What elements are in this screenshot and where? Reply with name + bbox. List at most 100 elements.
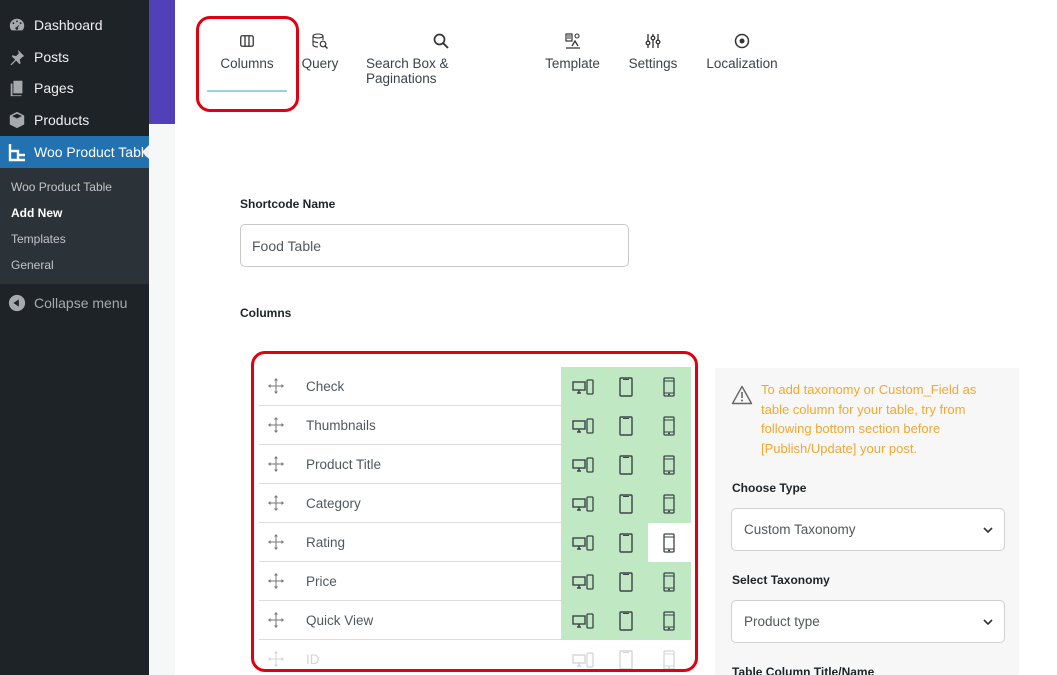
sidebar-item-dashboard[interactable]: Dashboard: [0, 9, 149, 41]
mobile-toggle-mobile-icon[interactable]: [647, 640, 691, 675]
column-row[interactable]: Price: [259, 562, 691, 601]
column-row[interactable]: Category: [259, 484, 691, 523]
mobile-toggle-mobile-icon[interactable]: [647, 445, 691, 484]
submenu-item-templates[interactable]: Templates: [11, 232, 66, 246]
tablet-toggle-tablet-icon[interactable]: [604, 640, 648, 675]
sidebar-item-label: Pages: [34, 80, 74, 96]
sidebar-item-label: Posts: [34, 49, 70, 65]
tab-label: Settings: [628, 56, 678, 71]
shortcode-name-input[interactable]: [240, 224, 629, 267]
tablet-toggle-tablet-icon[interactable]: [604, 523, 648, 562]
collapse-arrow-icon: [8, 294, 26, 312]
device-toggles: [561, 562, 691, 601]
taxonomy-notice: To add taxonomy or Custom_Field as table…: [761, 382, 977, 456]
chevron-down-icon: [982, 524, 994, 536]
drag-handle-icon[interactable]: [267, 416, 285, 434]
desktop-toggle-desktop-icon[interactable]: [561, 484, 605, 523]
choose-type-value: Custom Taxonomy: [744, 522, 856, 537]
desktop-toggle-desktop-icon[interactable]: [561, 562, 605, 601]
mobile-toggle-mobile-icon[interactable]: [647, 562, 691, 601]
sidebar-item-label: Woo Product Table: [34, 144, 152, 160]
shortcode-name-label: Shortcode Name: [240, 197, 336, 211]
tab-query[interactable]: Query: [302, 30, 338, 90]
tab-settings[interactable]: Settings: [629, 30, 677, 90]
desktop-toggle-desktop-icon[interactable]: [561, 640, 605, 675]
desktop-toggle-desktop-icon[interactable]: [561, 601, 605, 640]
drag-handle-icon[interactable]: [267, 533, 285, 551]
mobile-toggle-mobile-icon[interactable]: [647, 367, 691, 406]
column-row[interactable]: Quick View: [259, 601, 691, 640]
column-row[interactable]: ID: [259, 640, 691, 675]
drag-handle-icon[interactable]: [267, 572, 285, 590]
sidebar-item-label: Products: [34, 112, 90, 128]
tablet-toggle-tablet-icon[interactable]: [604, 445, 648, 484]
plugin-header-accent: [149, 0, 175, 124]
sidebar-item-label: Dashboard: [34, 17, 103, 33]
desktop-toggle-desktop-icon[interactable]: [561, 367, 605, 406]
tab-label: Template: [545, 56, 600, 71]
column-row[interactable]: Product Title: [259, 445, 691, 484]
sliders-icon: [645, 30, 661, 52]
collapse-menu-label: Collapse menu: [34, 295, 128, 311]
tab-localization[interactable]: Localization: [706, 30, 778, 90]
table-icon: [7, 142, 27, 162]
select-taxonomy-label: Select Taxonomy: [732, 573, 830, 587]
template-icon: [564, 30, 581, 52]
content-edge: [149, 124, 175, 675]
device-toggles: [561, 406, 691, 445]
admin-sidebar: Dashboard Posts Pages Products Woo Produ…: [0, 0, 152, 675]
columns-list: Check Thumbnails Product Title Category Rati…: [259, 367, 691, 675]
sidebar-item-posts[interactable]: Posts: [0, 41, 149, 73]
submenu-item-woo-product-table[interactable]: Woo Product Table: [11, 180, 112, 194]
submenu-item-general[interactable]: General: [11, 258, 54, 272]
mobile-toggle-mobile-icon[interactable]: [647, 484, 691, 523]
choose-type-label: Choose Type: [732, 481, 807, 495]
box-icon: [7, 110, 27, 130]
tab-label: Search Box & Paginations: [366, 56, 449, 86]
sidebar-submenu: Woo Product Table Add New Templates Gene…: [0, 168, 149, 284]
desktop-toggle-desktop-icon[interactable]: [561, 523, 605, 562]
mobile-toggle-mobile-icon[interactable]: [647, 601, 691, 640]
tablet-toggle-tablet-icon[interactable]: [604, 562, 648, 601]
tablet-toggle-tablet-icon[interactable]: [604, 601, 648, 640]
submenu-item-add-new[interactable]: Add New: [11, 206, 62, 220]
choose-type-select[interactable]: Custom Taxonomy: [731, 508, 1005, 551]
tab-template[interactable]: Template: [545, 30, 600, 90]
collapse-menu-button[interactable]: Collapse menu: [0, 288, 149, 318]
tab-search-box-paginations[interactable]: Search Box & Paginations: [366, 30, 516, 90]
active-tab-indicator: [207, 90, 287, 92]
pin-icon: [7, 47, 27, 67]
tablet-toggle-tablet-icon[interactable]: [604, 367, 648, 406]
sidebar-item-woo-product-table[interactable]: Woo Product Table: [0, 136, 152, 168]
sidebar-item-products[interactable]: Products: [0, 104, 149, 136]
desktop-toggle-desktop-icon[interactable]: [561, 445, 605, 484]
desktop-toggle-desktop-icon[interactable]: [561, 406, 605, 445]
drag-handle-icon[interactable]: [267, 377, 285, 395]
tab-label: Columns: [220, 56, 274, 71]
device-toggles: [561, 640, 691, 675]
tab-columns[interactable]: Columns: [207, 30, 287, 92]
column-row[interactable]: Thumbnails: [259, 406, 691, 445]
device-toggles: [561, 601, 691, 640]
tablet-toggle-tablet-icon[interactable]: [604, 406, 648, 445]
column-row[interactable]: Rating: [259, 523, 691, 562]
tablet-toggle-tablet-icon[interactable]: [604, 484, 648, 523]
columns-icon: [240, 30, 254, 52]
target-icon: [734, 30, 750, 52]
drag-handle-icon[interactable]: [267, 650, 285, 668]
mobile-toggle-mobile-icon[interactable]: [647, 523, 691, 562]
drag-handle-icon[interactable]: [267, 455, 285, 473]
settings-tabs: Columns Query Search Box & Paginations T…: [175, 0, 1057, 124]
drag-handle-icon[interactable]: [267, 494, 285, 512]
sidebar-item-pages[interactable]: Pages: [0, 72, 149, 104]
column-row[interactable]: Check: [259, 367, 691, 406]
select-taxonomy-select[interactable]: Product type: [731, 600, 1005, 643]
device-toggles: [561, 523, 691, 562]
column-title-label: Table Column Title/Name: [732, 665, 875, 675]
drag-handle-icon[interactable]: [267, 611, 285, 629]
page: Dashboard Posts Pages Products Woo Produ…: [0, 0, 1057, 675]
mobile-toggle-mobile-icon[interactable]: [647, 406, 691, 445]
tab-label: Query: [301, 56, 339, 71]
device-toggles: [561, 367, 691, 406]
warning-icon: [731, 385, 753, 405]
